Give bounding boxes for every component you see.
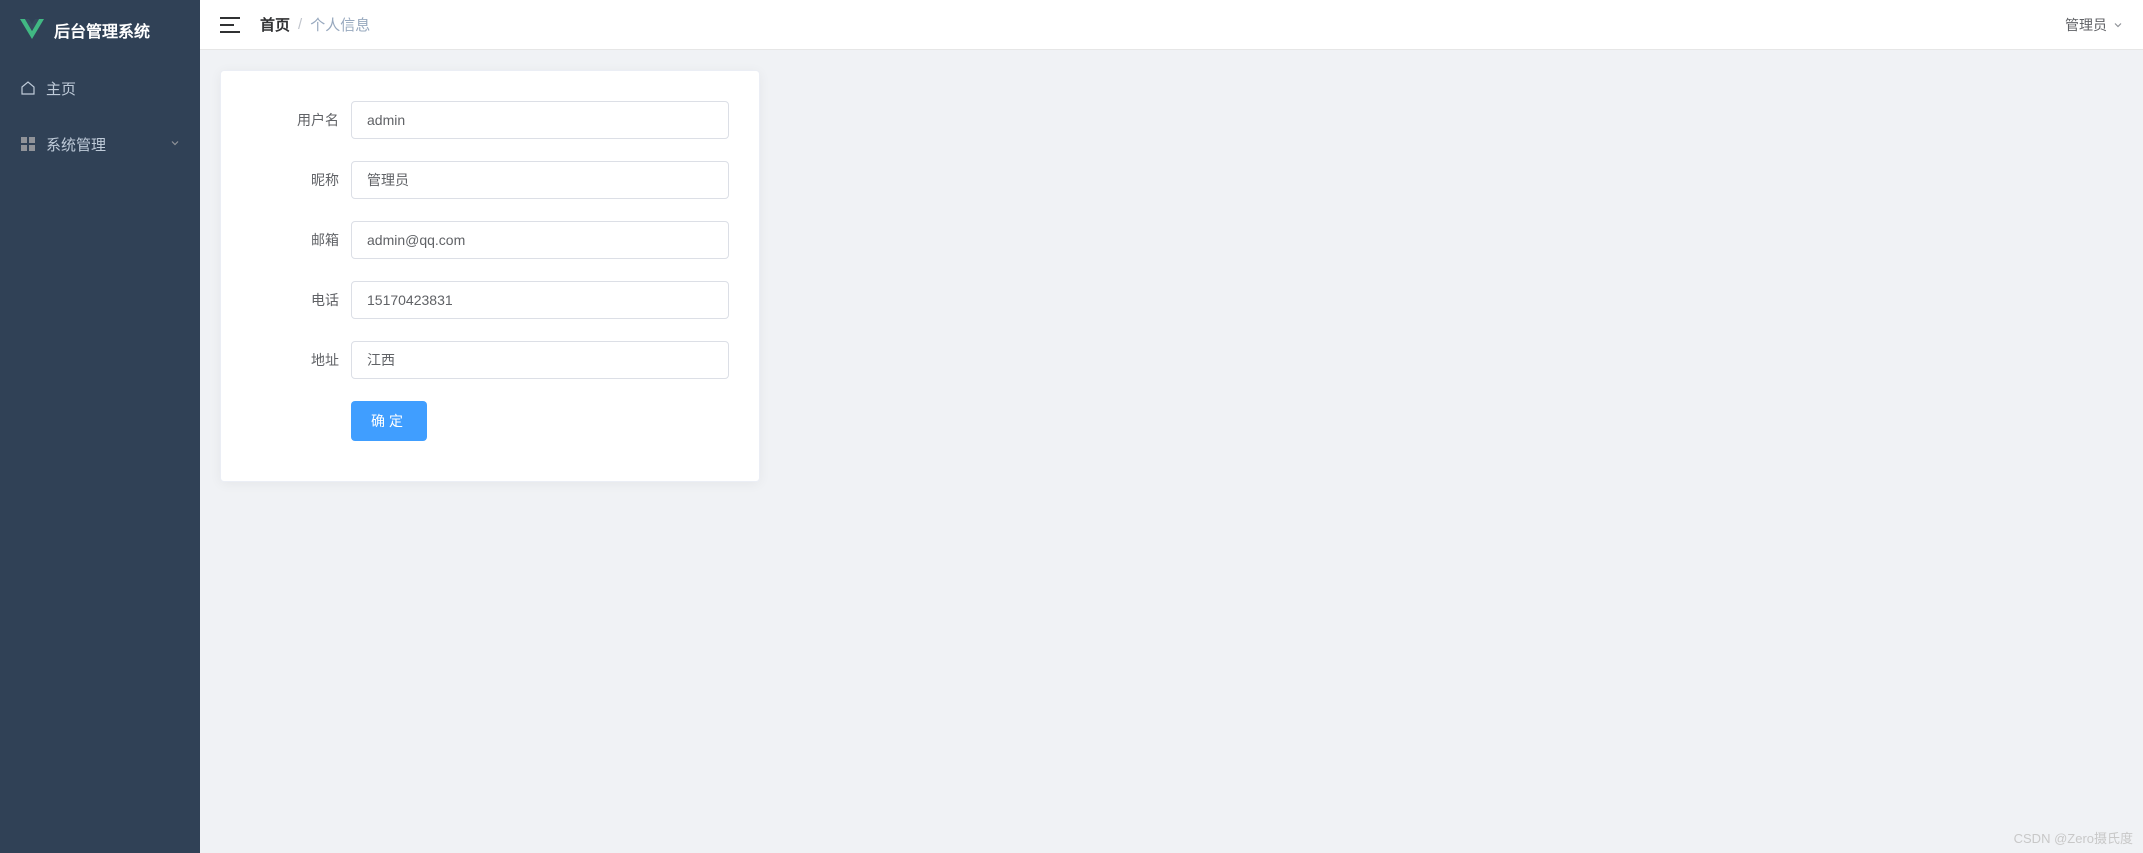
hamburger-icon[interactable] [220, 16, 240, 34]
label-phone: 电话 [251, 290, 351, 310]
chevron-down-icon [2113, 17, 2123, 33]
sidebar-item-system[interactable]: 系统管理 [0, 116, 200, 172]
form-row-email: 邮箱 [251, 221, 729, 259]
sidebar-item-label: 系统管理 [46, 134, 160, 155]
form-row-phone: 电话 [251, 281, 729, 319]
form-row-username: 用户名 [251, 101, 729, 139]
app-title: 后台管理系统 [54, 18, 150, 42]
username-input[interactable] [351, 101, 729, 139]
spacer [251, 401, 351, 441]
sidebar-item-label: 主页 [46, 78, 180, 99]
content-area: 用户名 昵称 邮箱 电话 地址 [200, 50, 2143, 853]
form-button-row: 确定 [251, 401, 729, 441]
label-username: 用户名 [251, 110, 351, 130]
nickname-input[interactable] [351, 161, 729, 199]
sidebar: 后台管理系统 主页 系统管理 [0, 0, 200, 853]
main-area: 首页 / 个人信息 管理员 用户名 昵称 [200, 0, 2143, 853]
form-row-address: 地址 [251, 341, 729, 379]
sidebar-item-home[interactable]: 主页 [0, 60, 200, 116]
home-icon [20, 80, 36, 96]
user-name: 管理员 [2065, 15, 2107, 35]
grid-icon [20, 136, 36, 152]
logo-area: 后台管理系统 [0, 0, 200, 60]
label-nickname: 昵称 [251, 170, 351, 190]
label-email: 邮箱 [251, 230, 351, 250]
chevron-down-icon [170, 137, 180, 151]
app-root: 后台管理系统 主页 系统管理 [0, 0, 2143, 853]
phone-input[interactable] [351, 281, 729, 319]
breadcrumb-root[interactable]: 首页 [260, 14, 290, 35]
breadcrumb-current: 个人信息 [310, 14, 370, 35]
profile-card: 用户名 昵称 邮箱 电话 地址 [220, 70, 760, 482]
user-dropdown[interactable]: 管理员 [2065, 15, 2123, 35]
header-bar: 首页 / 个人信息 管理员 [200, 0, 2143, 50]
breadcrumb: 首页 / 个人信息 [260, 14, 370, 35]
label-address: 地址 [251, 350, 351, 370]
vue-logo-icon [20, 19, 44, 42]
address-input[interactable] [351, 341, 729, 379]
submit-button[interactable]: 确定 [351, 401, 427, 441]
form-row-nickname: 昵称 [251, 161, 729, 199]
email-input[interactable] [351, 221, 729, 259]
breadcrumb-separator: / [298, 16, 302, 33]
